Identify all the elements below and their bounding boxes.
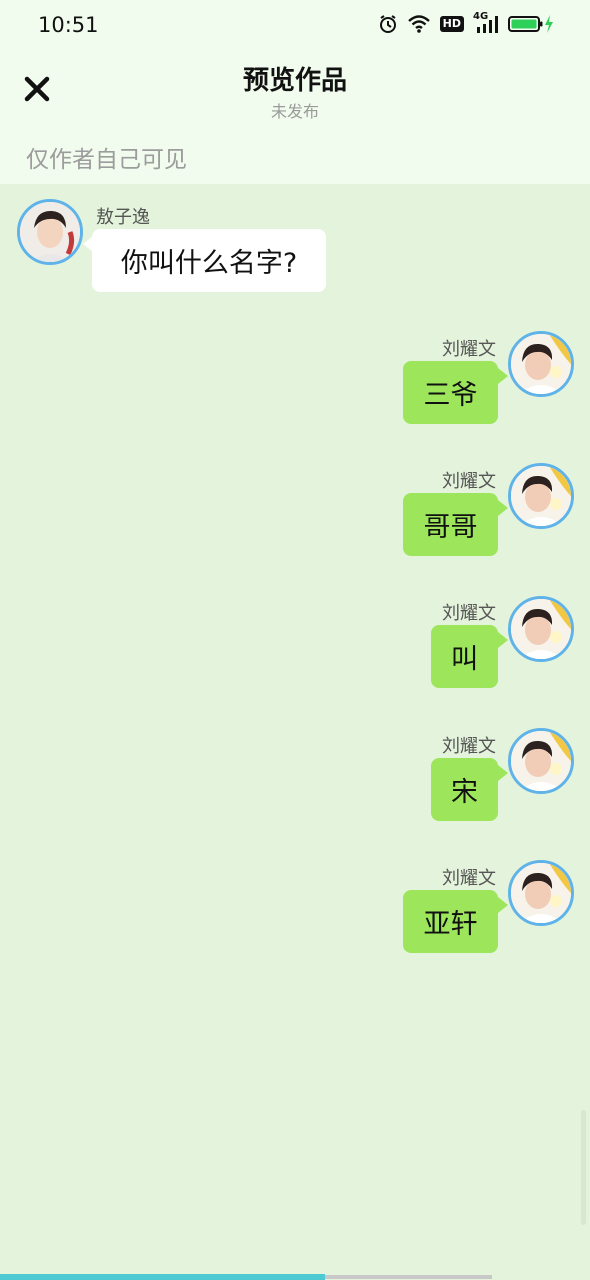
bubble-tail: [498, 368, 508, 384]
network-indicator: 4G: [473, 11, 499, 34]
sender-name: 刘耀文: [442, 471, 496, 492]
bubble-tail: [498, 765, 508, 781]
status-time: 10:51: [38, 13, 99, 37]
message-bubble[interactable]: 叫: [431, 625, 498, 688]
sender-name: 刘耀文: [442, 868, 496, 889]
avatar-liu-yaowen[interactable]: [508, 860, 574, 926]
battery-charging-icon: [508, 15, 553, 33]
status-bar: 10:51 HD 4G: [0, 0, 590, 52]
bubble-tail: [498, 500, 508, 516]
publish-status: 未发布: [270, 102, 319, 121]
status-icons: HD 4G: [378, 11, 554, 34]
message-bubble[interactable]: 哥哥: [403, 493, 498, 556]
avatar-photo: [20, 202, 80, 262]
avatar-liu-yaowen[interactable]: [508, 463, 574, 529]
avatar-photo: [511, 599, 571, 659]
preview-header: 预览作品 未发布 仅作者自己可见: [0, 52, 590, 184]
visibility-note: 仅作者自己可见: [26, 147, 187, 173]
avatar-photo: [511, 863, 571, 923]
message-bubble[interactable]: 宋: [431, 758, 498, 821]
avatar-liu-yaowen[interactable]: [508, 728, 574, 794]
avatar-ao-ziyi[interactable]: [17, 199, 83, 265]
scrollbar-thumb[interactable]: [581, 1110, 586, 1225]
sender-name: 敖子逸: [96, 207, 150, 228]
wifi-icon: [407, 15, 430, 33]
message-bubble[interactable]: 亚轩: [403, 890, 498, 953]
signal-icon: [477, 16, 498, 33]
message-bubble[interactable]: 你叫什么名字?: [92, 229, 326, 292]
alarm-icon: [379, 15, 396, 33]
avatar-photo: [511, 334, 571, 394]
progress-remaining: [325, 1275, 492, 1279]
bubble-tail: [498, 897, 508, 913]
bubble-tail: [498, 632, 508, 648]
page-title: 预览作品: [242, 66, 347, 96]
avatar-photo: [511, 466, 571, 526]
playback-progress[interactable]: [0, 1272, 590, 1280]
sender-name: 刘耀文: [442, 603, 496, 624]
sender-name: 刘耀文: [442, 736, 496, 757]
progress-fill: [0, 1274, 325, 1280]
avatar-liu-yaowen[interactable]: [508, 331, 574, 397]
hd-badge: HD: [439, 16, 464, 32]
avatar-photo: [511, 731, 571, 791]
sender-name: 刘耀文: [442, 339, 496, 360]
avatar-liu-yaowen[interactable]: [508, 596, 574, 662]
message-bubble[interactable]: 三爷: [403, 361, 498, 424]
